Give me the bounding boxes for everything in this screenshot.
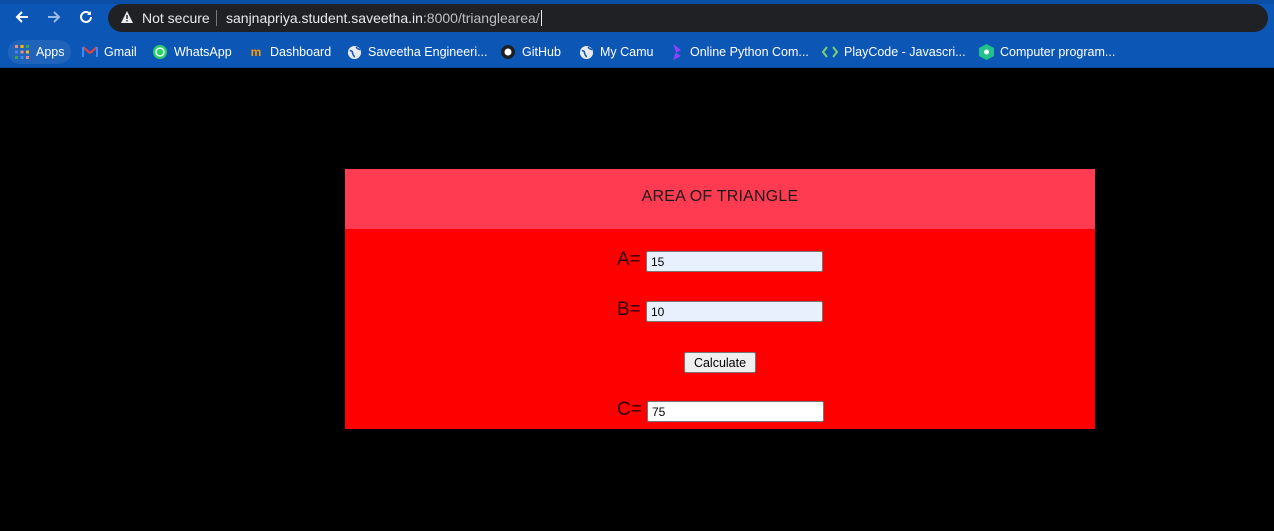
- bookmark-saveetha-engineering[interactable]: Saveetha Engineeri...: [342, 40, 492, 64]
- reload-button[interactable]: [76, 8, 96, 28]
- bookmark-label: PlayCode - Javascri...: [844, 45, 966, 59]
- text-caret: [540, 10, 542, 26]
- browser-toolbar: Not secure sanjnapriya.student.saveetha.…: [0, 0, 1274, 36]
- bookmark-label: Online Python Com...: [690, 45, 809, 59]
- bookmark-dashboard[interactable]: m Dashboard: [244, 40, 335, 64]
- address-bar[interactable]: Not secure sanjnapriya.student.saveetha.…: [108, 4, 1268, 32]
- url-text[interactable]: sanjnapriya.student.saveetha.in:8000/tri…: [226, 10, 542, 26]
- arrow-left-icon: [15, 11, 28, 23]
- label-c: C=: [617, 399, 642, 420]
- input-a[interactable]: [646, 251, 823, 272]
- output-c[interactable]: [647, 401, 824, 422]
- globe-icon: [346, 44, 362, 60]
- label-b: B=: [617, 299, 641, 320]
- bookmark-github[interactable]: GitHub: [496, 40, 565, 64]
- calculate-button[interactable]: Calculate: [684, 352, 756, 373]
- python-compiler-icon: [668, 44, 684, 60]
- bookmark-label: Apps: [36, 45, 65, 59]
- bookmark-apps[interactable]: Apps: [8, 40, 71, 64]
- triangle-area-form: AREA OF TRIANGLE A= B= Calculate C=: [345, 169, 1095, 429]
- bookmark-label: Gmail: [104, 45, 137, 59]
- globe-icon: [578, 44, 594, 60]
- bookmark-whatsapp[interactable]: WhatsApp: [148, 40, 236, 64]
- bookmark-label: Saveetha Engineeri...: [368, 45, 488, 59]
- label-a: A=: [617, 249, 641, 270]
- apps-grid-icon: [14, 44, 30, 60]
- page-title: AREA OF TRIANGLE: [641, 188, 799, 205]
- reload-icon: [80, 10, 92, 23]
- gmail-icon: [82, 44, 98, 60]
- bookmark-label: My Camu: [600, 45, 654, 59]
- github-icon: [500, 44, 516, 60]
- bookmarks-bar: Apps Gmail WhatsApp m Dashboard Saveetha…: [0, 36, 1274, 68]
- page-viewport: AREA OF TRIANGLE A= B= Calculate C=: [0, 68, 1274, 531]
- dashboard-icon: m: [250, 45, 262, 59]
- input-b[interactable]: [646, 301, 823, 322]
- bookmark-computer-programming[interactable]: Computer program...: [974, 40, 1119, 64]
- back-button[interactable]: [12, 8, 32, 28]
- bookmark-online-python-compiler[interactable]: Online Python Com...: [664, 40, 813, 64]
- arrow-right-icon: [48, 11, 61, 23]
- bookmark-playcode[interactable]: PlayCode - Javascri...: [818, 40, 970, 64]
- playcode-icon: [822, 44, 838, 60]
- bookmark-gmail[interactable]: Gmail: [78, 40, 141, 64]
- form-header: AREA OF TRIANGLE: [345, 169, 1095, 229]
- bookmark-my-camu[interactable]: My Camu: [574, 40, 657, 64]
- warning-icon[interactable]: [120, 10, 134, 24]
- programiz-icon: [978, 44, 994, 60]
- forward-button[interactable]: [44, 8, 64, 28]
- bookmark-label: WhatsApp: [174, 45, 232, 59]
- bookmark-label: Computer program...: [1000, 45, 1116, 59]
- url-path: :8000/trianglearea/: [422, 10, 540, 26]
- url-host: sanjnapriya.student.saveetha.in: [226, 10, 423, 26]
- whatsapp-icon: [152, 44, 168, 60]
- security-status[interactable]: Not secure: [142, 10, 210, 26]
- bookmark-label: GitHub: [522, 45, 561, 59]
- address-divider: [216, 10, 217, 26]
- bookmark-label: Dashboard: [270, 45, 332, 59]
